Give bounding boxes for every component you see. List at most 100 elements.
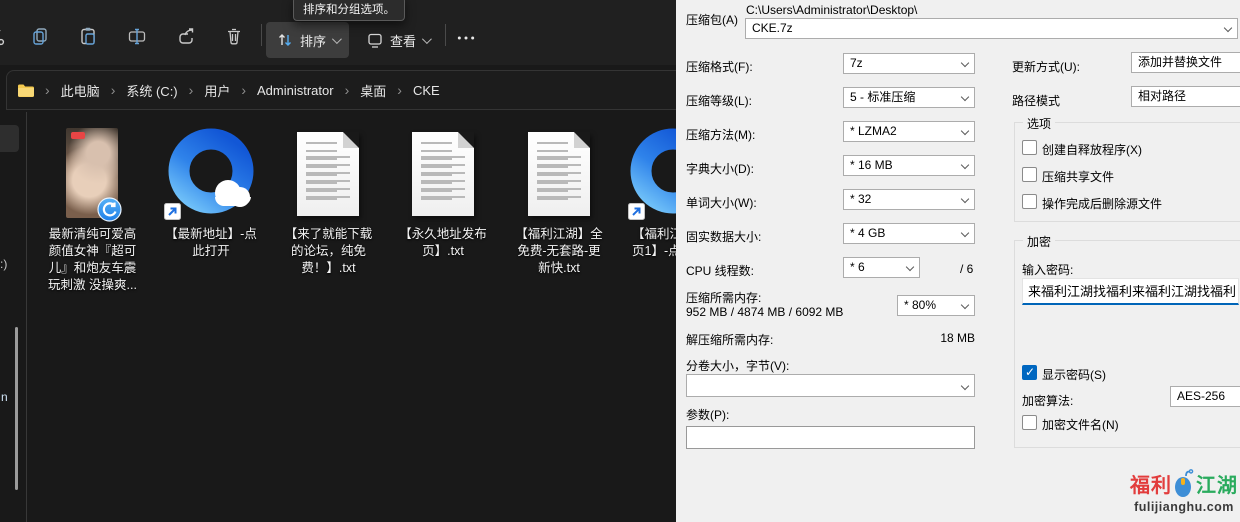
chevron-down-icon xyxy=(1224,24,1232,32)
explorer-command-bar: 排序 查看 排序和分组选项。 xyxy=(0,0,676,65)
breadcrumb-this-pc[interactable]: 此电脑 xyxy=(54,78,107,103)
delete-after-label: 操作完成后删除源文件 xyxy=(1042,195,1162,212)
encryption-method-combobox[interactable]: AES-256 xyxy=(1170,386,1240,407)
logo-text-left: 福利 xyxy=(1130,469,1172,498)
volume-size-combobox[interactable] xyxy=(686,374,975,397)
cpu-threads-combobox[interactable]: * 6 xyxy=(843,257,920,278)
update-mode-label: 更新方式(U): xyxy=(1012,58,1080,75)
fulijianghu-logo: 福利 江湖 fulijianghu.com xyxy=(1124,468,1240,514)
video-player-icon xyxy=(97,197,122,222)
breadcrumb-separator: › xyxy=(393,82,406,98)
level-label: 压缩等级(L): xyxy=(686,92,752,109)
file-name-label: 【来了就能下载 的论坛，纯免 费！】.txt xyxy=(276,226,381,277)
compress-shared-checkbox[interactable] xyxy=(1022,167,1037,182)
compress-shared-label: 压缩共享文件 xyxy=(1042,168,1114,185)
sort-button-label: 排序 xyxy=(300,31,326,50)
dictionary-label: 字典大小(D): xyxy=(686,160,754,177)
pane-divider[interactable] xyxy=(26,112,27,522)
update-mode-combobox[interactable]: 添加并替换文件 xyxy=(1131,52,1240,73)
copy-icon[interactable] xyxy=(30,26,50,46)
nav-pane-selected-item[interactable] xyxy=(0,125,19,152)
memory-usage-label: 压缩所需内存: xyxy=(686,289,761,306)
rename-icon[interactable] xyxy=(127,26,147,46)
format-combobox[interactable]: 7z xyxy=(843,53,975,74)
password-label: 输入密码: xyxy=(1022,261,1073,278)
screen: 排序 查看 排序和分组选项。 › 此电脑 › 系统 (C:) › 用户 › Ad… xyxy=(0,0,1240,522)
path-mode-combobox[interactable]: 相对路径 xyxy=(1131,86,1240,107)
share-icon[interactable] xyxy=(176,26,196,46)
solid-block-combobox[interactable]: * 4 GB xyxy=(843,223,975,244)
chevron-down-icon xyxy=(332,34,342,44)
view-button[interactable]: 查看 xyxy=(356,22,439,58)
archive-name-combobox[interactable]: CKE.7z xyxy=(745,18,1238,39)
format-label: 压缩格式(F): xyxy=(686,58,753,75)
create-sfx-checkbox[interactable] xyxy=(1022,140,1037,155)
nav-item-label-fragment: n xyxy=(1,390,8,404)
text-file-icon xyxy=(297,132,359,216)
shortcut-arrow-icon xyxy=(628,203,645,220)
cpu-threads-label: CPU 线程数: xyxy=(686,262,754,279)
breadcrumb-desktop[interactable]: 桌面 xyxy=(353,78,393,103)
encryption-group-title: 加密 xyxy=(1023,233,1055,250)
file-name-label: 【福利江湖】全 免费-无套路-更 新快.txt xyxy=(506,226,612,277)
volume-size-label: 分卷大小，字节(V): xyxy=(686,357,789,374)
breadcrumb-separator: › xyxy=(107,82,120,98)
toolbar-separator xyxy=(261,24,262,46)
word-size-label: 单词大小(W): xyxy=(686,194,757,211)
memory-percent-combobox[interactable]: * 80% xyxy=(897,295,975,316)
breadcrumb-separator: › xyxy=(41,82,54,98)
dictionary-combobox[interactable]: * 16 MB xyxy=(843,155,975,176)
live-badge-icon xyxy=(71,132,85,139)
file-name-label: 【福利江 页1】-点 xyxy=(632,226,676,260)
sort-tooltip: 排序和分组选项。 xyxy=(293,0,405,21)
chevron-down-icon xyxy=(422,34,432,44)
breadcrumb-users[interactable]: 用户 xyxy=(197,78,237,103)
decompress-memory-label: 解压缩所需内存: xyxy=(686,331,773,348)
paste-icon[interactable] xyxy=(78,26,98,46)
nav-item-drive-label-fragment: :) xyxy=(0,257,7,271)
encryption-method-label: 加密算法: xyxy=(1022,392,1073,409)
archive-label: 压缩包(A) xyxy=(686,11,738,28)
view-button-label: 查看 xyxy=(390,31,416,50)
breadcrumb-separator: › xyxy=(237,82,250,98)
sort-button[interactable]: 排序 xyxy=(266,22,349,58)
method-label: 压缩方法(M): xyxy=(686,126,755,143)
file-name-label: 【永久地址发布 页】.txt xyxy=(390,226,496,260)
show-password-checkbox[interactable] xyxy=(1022,365,1037,380)
delete-after-checkbox[interactable] xyxy=(1022,194,1037,209)
method-combobox[interactable]: * LZMA2 xyxy=(843,121,975,142)
password-input[interactable]: 来福利江湖找福利来福利江湖找福利 xyxy=(1022,278,1239,305)
memory-usage-detail: 952 MB / 4874 MB / 6092 MB xyxy=(686,305,843,319)
level-combobox[interactable]: 5 - 标准压缩 xyxy=(843,87,975,108)
mouse-icon xyxy=(1173,468,1195,498)
breadcrumb-drive-c[interactable]: 系统 (C:) xyxy=(119,78,184,103)
archive-directory: C:\Users\Administrator\Desktop\ xyxy=(746,3,917,17)
view-icon xyxy=(366,31,384,49)
nav-scrollbar-thumb[interactable] xyxy=(15,327,18,490)
encrypt-filenames-label: 加密文件名(N) xyxy=(1042,416,1119,433)
breadcrumb-separator: › xyxy=(341,82,354,98)
solid-block-label: 固实数据大小: xyxy=(686,228,761,245)
options-group-title: 选项 xyxy=(1023,115,1055,132)
7zip-add-archive-dialog: 压缩包(A) C:\Users\Administrator\Desktop\ C… xyxy=(676,0,1240,522)
toolbar-separator xyxy=(445,24,446,46)
delete-icon[interactable] xyxy=(224,26,244,46)
file-name-label: 【最新地址】-点 此打开 xyxy=(158,226,264,260)
breadcrumb-administrator[interactable]: Administrator xyxy=(250,80,341,101)
file-name-label: 最新清纯可爱高 颜值女神『超可 儿』和炮友车震 玩刺激 没操爽... xyxy=(40,226,145,294)
breadcrumb-cke[interactable]: CKE xyxy=(406,80,447,101)
address-bar[interactable]: › 此电脑 › 系统 (C:) › 用户 › Administrator › 桌… xyxy=(6,70,676,110)
word-size-combobox[interactable]: * 32 xyxy=(843,189,975,210)
cut-icon[interactable] xyxy=(0,26,6,46)
text-file-icon xyxy=(528,132,590,216)
logo-text-right: 江湖 xyxy=(1196,469,1238,498)
parameters-label: 参数(P): xyxy=(686,406,729,423)
encrypt-filenames-checkbox[interactable] xyxy=(1022,415,1037,430)
parameters-input[interactable] xyxy=(686,426,975,449)
more-options-icon[interactable] xyxy=(456,28,476,48)
sort-arrows-icon xyxy=(276,31,294,49)
create-sfx-label: 创建自释放程序(X) xyxy=(1042,141,1142,158)
text-file-icon xyxy=(412,132,474,216)
show-password-label: 显示密码(S) xyxy=(1042,366,1106,383)
folder-icon xyxy=(17,83,35,98)
